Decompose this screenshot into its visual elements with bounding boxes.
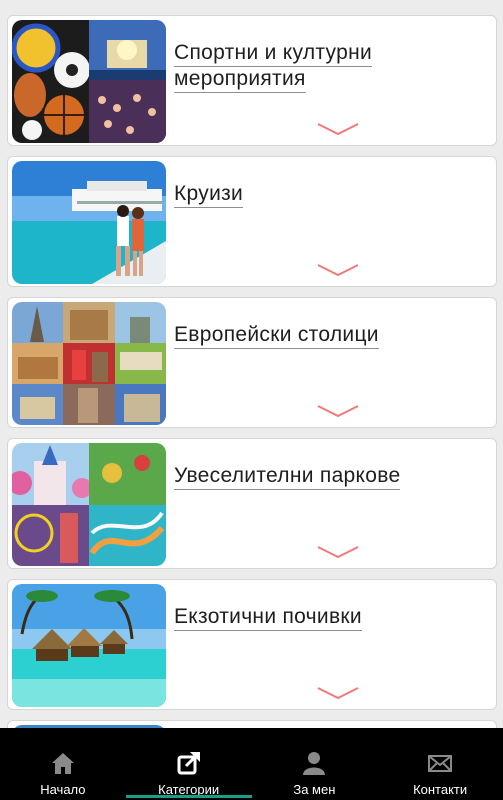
category-title: Европейски столици [174, 323, 486, 349]
nav-label: Контакти [413, 782, 468, 797]
category-card-sports-culture[interactable]: Спортни и културни мероприятия [7, 15, 497, 146]
category-title: Увеселителни паркове [174, 464, 486, 490]
category-title: Спортни и културни мероприятия [174, 41, 486, 93]
category-image [12, 584, 166, 707]
nav-item-categories[interactable]: Категории [125, 728, 252, 800]
nav-item-home[interactable]: Начало [0, 728, 126, 800]
chevron-down-icon[interactable] [316, 263, 360, 277]
category-image [12, 20, 166, 143]
category-title: Екзотични почивки [174, 605, 486, 631]
category-image [12, 161, 166, 284]
chevron-down-icon[interactable] [316, 545, 360, 559]
home-icon [51, 753, 74, 774]
category-list[interactable]: Спортни и културни мероприятия Круизи Ев… [0, 0, 503, 728]
chevron-down-icon[interactable] [316, 404, 360, 418]
category-title: Круизи [174, 182, 486, 208]
bottom-nav: Начало Категории За мен Контакти [0, 728, 503, 800]
category-image [12, 302, 166, 425]
active-tab-indicator [125, 795, 252, 798]
category-card-partial[interactable] [7, 720, 497, 728]
category-card-amusement-parks[interactable]: Увеселителни паркове [7, 438, 497, 569]
share-icon [177, 752, 200, 775]
category-image [12, 443, 166, 566]
chevron-down-icon[interactable] [316, 122, 360, 136]
envelope-icon [428, 755, 453, 772]
category-card-exotic-holidays[interactable]: Екзотични почивки [7, 579, 497, 710]
person-icon [303, 752, 326, 775]
nav-label: За мен [293, 782, 336, 797]
nav-item-contacts[interactable]: Контакти [377, 728, 503, 800]
category-card-european-capitals[interactable]: Европейски столици [7, 297, 497, 428]
chevron-down-icon[interactable] [316, 686, 360, 700]
nav-item-about[interactable]: За мен [252, 728, 378, 800]
nav-label: Начало [40, 782, 86, 797]
category-card-cruises[interactable]: Круизи [7, 156, 497, 287]
